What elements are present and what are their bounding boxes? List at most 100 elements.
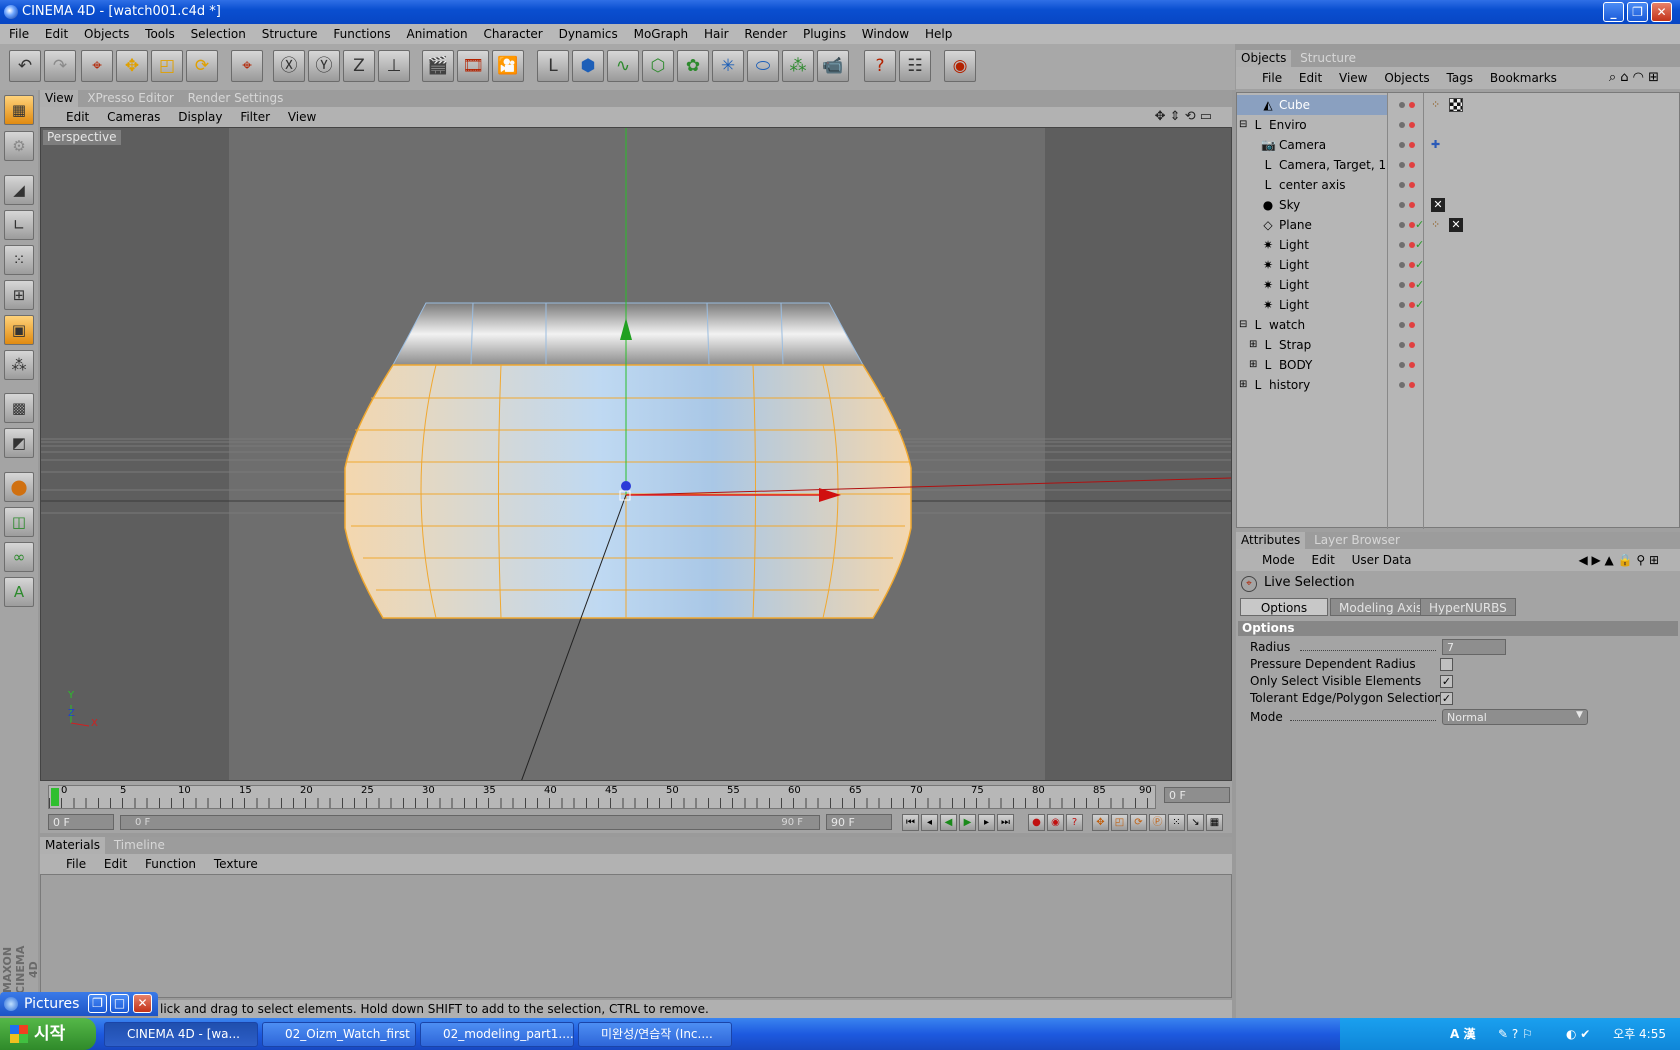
editor-visibility-dot[interactable] [1399, 262, 1405, 268]
render-visibility-dot[interactable] [1409, 382, 1415, 388]
key-parameter-icon[interactable]: Ⓟ [1149, 814, 1166, 831]
task-browser[interactable]: 미완성/연습작 (Inc.... [578, 1022, 732, 1047]
z-axis-lock-icon[interactable]: Z [343, 50, 375, 82]
materials-menu-function[interactable]: Function [145, 857, 196, 871]
goto-start-icon[interactable]: ⏮ [902, 814, 919, 831]
materials-area[interactable] [40, 874, 1232, 998]
minimize-button[interactable]: _ [1603, 2, 1624, 22]
object-row[interactable]: ◇ Plane ✓ ⁘ ✕ [1237, 215, 1679, 235]
enabled-check-icon[interactable]: ✓ [1415, 255, 1424, 275]
enabled-check-icon[interactable]: ✓ [1415, 295, 1424, 315]
objects-menu-bookmarks[interactable]: Bookmarks [1490, 71, 1557, 85]
menu-render[interactable]: Render [744, 27, 787, 41]
settings-help-icon[interactable]: ☷ [899, 50, 931, 82]
texture-checker-icon[interactable]: ▩ [4, 393, 34, 423]
use-object-tool-icon[interactable]: ⚙ [4, 131, 34, 161]
link-icon[interactable]: ∞ [4, 542, 34, 572]
current-frame-field[interactable]: 0 F [1164, 787, 1230, 803]
viewport-camera-label[interactable]: Perspective [43, 130, 121, 145]
ime-indicator[interactable]: A 漢 [1450, 1018, 1475, 1050]
task-folder[interactable]: 02_Oizm_Watch_first [262, 1022, 416, 1047]
tab-attributes[interactable]: Attributes [1236, 532, 1306, 549]
menu-dynamics[interactable]: Dynamics [559, 27, 618, 41]
help-cursor-icon[interactable]: ? [864, 50, 896, 82]
collapse-icon[interactable]: ⊟ [1239, 115, 1247, 135]
editor-visibility-dot[interactable] [1399, 182, 1405, 188]
material-tag-icon[interactable]: ⁘ [1431, 98, 1445, 112]
interpolation-icon[interactable]: ↘ [1187, 814, 1204, 831]
radius-field[interactable]: 7 [1442, 639, 1506, 655]
play-forward-icon[interactable]: ▶ [959, 814, 976, 831]
spline-icon[interactable]: ∿ [607, 50, 639, 82]
editor-visibility-dot[interactable] [1399, 142, 1405, 148]
redo-icon[interactable]: ↷ [44, 50, 76, 82]
editor-visibility-dot[interactable] [1399, 282, 1405, 288]
enabled-check-icon[interactable]: ✓ [1415, 235, 1424, 255]
task-document[interactable]: 02_modeling_part1.... [420, 1022, 574, 1047]
scale-icon[interactable]: ◰ [151, 50, 183, 82]
objects-search-home-icons[interactable]: ⌕ ⌂ ◠ ⊞ [1609, 67, 1659, 89]
compositing-tag-icon[interactable]: ✕ [1449, 218, 1463, 232]
editor-visibility-dot[interactable] [1399, 162, 1405, 168]
object-row[interactable]: ✷ Light ✓ [1237, 235, 1679, 255]
objects-menu-tags[interactable]: Tags [1446, 71, 1473, 85]
autokey-icon[interactable]: ◉ [1047, 814, 1064, 831]
editor-visibility-dot[interactable] [1399, 202, 1405, 208]
visible-elements-checkbox[interactable]: ✓ [1440, 675, 1453, 688]
record-keys-icon[interactable]: ● [1028, 814, 1045, 831]
mode-dropdown[interactable]: Normal [1442, 709, 1588, 725]
object-row[interactable]: ⊟ L Enviro [1237, 115, 1679, 135]
render-visibility-dot[interactable] [1409, 182, 1415, 188]
key-rotation-icon[interactable]: ⟳ [1130, 814, 1147, 831]
object-row[interactable]: ◭ Cube ⁘ [1237, 95, 1679, 115]
step-back-icon[interactable]: ◂ [921, 814, 938, 831]
menu-window[interactable]: Window [862, 27, 909, 41]
expand-icon[interactable]: ⊞ [1249, 335, 1257, 355]
viewport-menu-cameras[interactable]: Cameras [107, 110, 160, 124]
tab-render-settings[interactable]: Render Settings [183, 90, 289, 107]
object-row[interactable]: ✷ Light ✓ [1237, 255, 1679, 275]
menu-functions[interactable]: Functions [333, 27, 390, 41]
tab-objects[interactable]: Objects [1236, 50, 1292, 67]
attributes-menu-edit[interactable]: Edit [1312, 553, 1335, 567]
camera-object-icon[interactable]: 📹 [817, 50, 849, 82]
object-row[interactable]: ⊟ Lwatch [1237, 315, 1679, 335]
compositing-tag-icon[interactable]: ✕ [1431, 198, 1445, 212]
render-settings-icon[interactable]: 🎦 [492, 50, 524, 82]
use-object-axis-icon[interactable]: ◢ [4, 175, 34, 205]
enabled-check-icon[interactable]: ✓ [1415, 215, 1424, 235]
viewport-menu-view[interactable]: View [288, 110, 316, 124]
render-picture-viewer-icon[interactable]: 🎞 [457, 50, 489, 82]
x-axis-lock-icon[interactable]: Ⓧ [273, 50, 305, 82]
maximize-button[interactable]: ❐ [1627, 2, 1648, 22]
move-icon[interactable]: ✥ [116, 50, 148, 82]
editor-visibility-dot[interactable] [1399, 122, 1405, 128]
timeline-settings-icon[interactable]: ▦ [1206, 814, 1223, 831]
timeline-ruler[interactable]: 0 5 10 15 20 25 30 35 40 45 50 55 60 65 … [48, 785, 1156, 809]
attributes-menu-mode[interactable]: Mode [1262, 553, 1295, 567]
perspective-viewport[interactable]: Perspective Y Z X [40, 127, 1232, 781]
menu-selection[interactable]: Selection [191, 27, 246, 41]
editor-visibility-dot[interactable] [1399, 322, 1405, 328]
pictures-restore-button[interactable]: ❐ [88, 994, 107, 1013]
goto-end-icon[interactable]: ⏭ [997, 814, 1014, 831]
undo-icon[interactable]: ↶ [9, 50, 41, 82]
render-visibility-dot[interactable] [1409, 142, 1415, 148]
editor-visibility-dot[interactable] [1399, 362, 1405, 368]
tab-materials[interactable]: Materials [40, 837, 106, 854]
target-tag-icon[interactable]: ✚ [1431, 138, 1440, 152]
menu-help[interactable]: Help [925, 27, 952, 41]
editor-visibility-dot[interactable] [1399, 342, 1405, 348]
sculpt-icon[interactable]: ⬤ [4, 472, 34, 502]
start-frame-field[interactable]: 0 F [48, 814, 114, 830]
pressure-radius-checkbox[interactable] [1440, 658, 1453, 671]
scene-object-icon[interactable]: ⬭ [747, 50, 779, 82]
editor-visibility-dot[interactable] [1399, 242, 1405, 248]
use-points-tool-icon[interactable]: ⁙ [4, 245, 34, 275]
box-select-icon[interactable]: ◫ [4, 507, 34, 537]
menu-edit[interactable]: Edit [45, 27, 68, 41]
step-forward-icon[interactable]: ▸ [978, 814, 995, 831]
render-view-icon[interactable]: 🎬 [422, 50, 454, 82]
object-row[interactable]: ⊞ Lhistory [1237, 375, 1679, 395]
viewport-menu-filter[interactable]: Filter [240, 110, 270, 124]
